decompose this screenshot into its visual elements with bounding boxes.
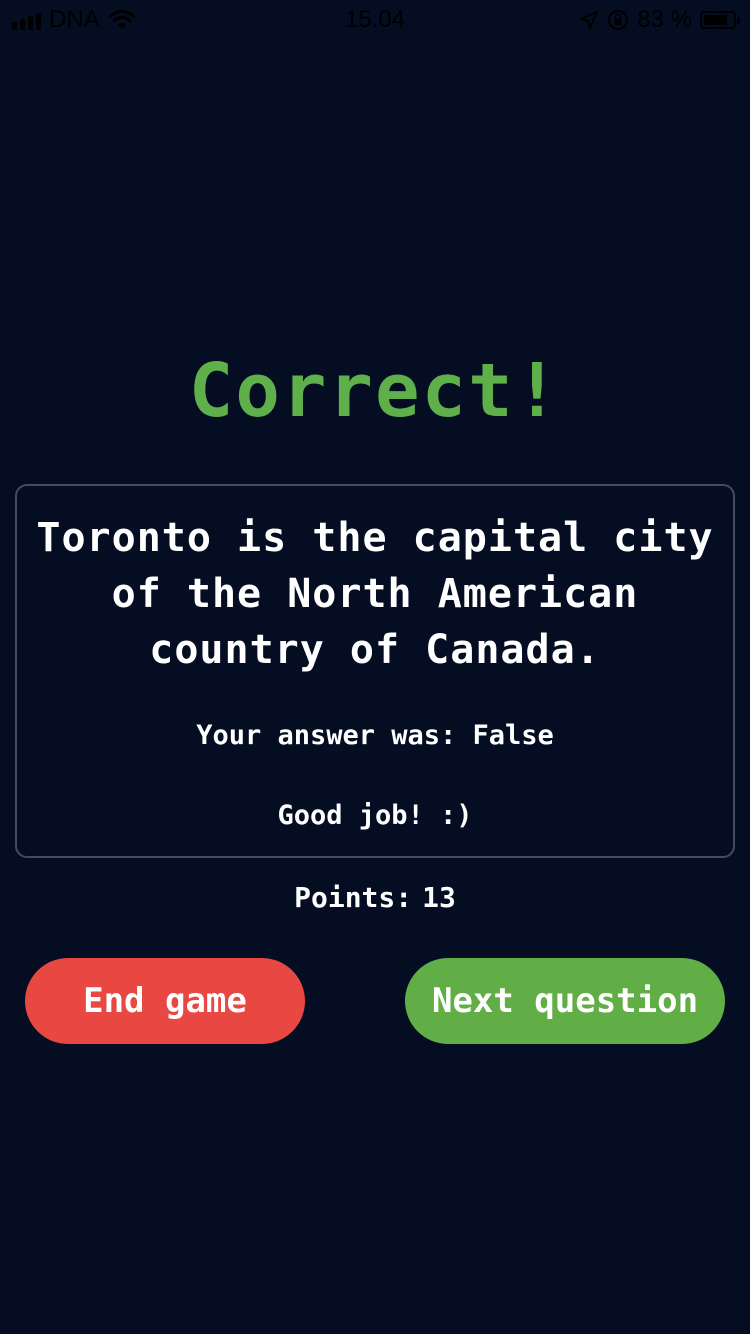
battery-percent: 83 % — [637, 6, 692, 33]
next-question-button[interactable]: Next question — [405, 958, 725, 1044]
result-title: Correct! — [188, 348, 562, 434]
points-display: Points: 13 — [0, 878, 750, 918]
status-bar: DNA 15.04 83 % — [0, 0, 750, 40]
points-label: Points: — [294, 881, 413, 914]
status-right: 83 % — [579, 6, 740, 34]
points-value: 13 — [422, 881, 456, 914]
battery-icon — [700, 11, 740, 29]
answer-text: Your answer was: False — [196, 720, 554, 751]
question-card: Toronto is the capital city of the North… — [15, 484, 735, 858]
battery-tip — [737, 17, 740, 24]
end-game-button[interactable]: End game — [25, 958, 305, 1044]
orientation-lock-icon — [608, 10, 629, 30]
feedback-text: Good job! :) — [277, 800, 473, 831]
battery-fill — [704, 15, 728, 25]
location-icon — [580, 11, 599, 29]
question-text: Toronto is the capital city of the North… — [36, 515, 714, 673]
